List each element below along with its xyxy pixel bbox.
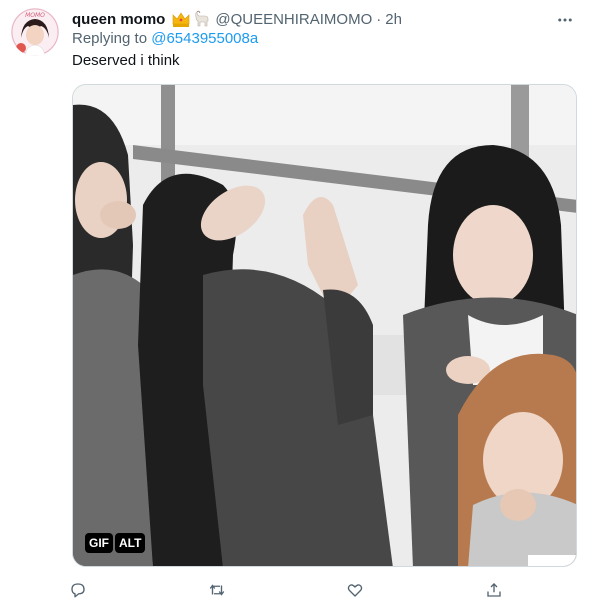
tweet-media-gif[interactable]: GIF ALT <box>72 84 577 567</box>
display-name[interactable]: queen momo <box>72 11 165 28</box>
tweet-header: queen momo @QUEENHIRAIMOMO · 2h <box>72 9 555 29</box>
replying-to: Replying to @6543955008a <box>72 30 258 47</box>
like-button[interactable] <box>343 578 367 602</box>
reply-icon <box>71 583 85 598</box>
like-icon <box>348 584 363 597</box>
gif-badge: GIF <box>85 533 113 553</box>
retweet-icon <box>209 584 224 596</box>
tweet[interactable]: MOMO queen momo @QUEENHIRAIMOMO · 2h Rep <box>0 0 595 605</box>
user-handle[interactable]: @QUEENHIRAIMOMO <box>215 11 372 28</box>
share-button[interactable] <box>482 578 506 602</box>
separator-dot: · <box>376 10 382 28</box>
media-badges: GIF ALT <box>85 533 146 553</box>
name-emojis <box>171 10 211 28</box>
timestamp[interactable]: 2h <box>385 11 402 28</box>
goat-emoji-icon <box>195 10 209 27</box>
alt-text-badge[interactable]: ALT <box>115 533 146 553</box>
more-options-button[interactable] <box>553 8 577 32</box>
retweet-button[interactable] <box>205 578 229 602</box>
gif-frame-image <box>73 85 576 566</box>
tweet-text: Deserved i think <box>72 52 180 69</box>
tweet-actions <box>66 578 506 602</box>
avatar[interactable]: MOMO <box>11 8 59 56</box>
share-icon <box>487 583 501 597</box>
reply-mention-link[interactable]: @6543955008a <box>151 30 258 47</box>
svg-text:MOMO: MOMO <box>25 12 45 19</box>
more-icon <box>558 18 572 22</box>
reply-button[interactable] <box>66 578 90 602</box>
crown-emoji-icon <box>173 12 190 27</box>
replying-to-label: Replying to <box>72 30 148 47</box>
avatar-image: MOMO <box>11 8 59 56</box>
